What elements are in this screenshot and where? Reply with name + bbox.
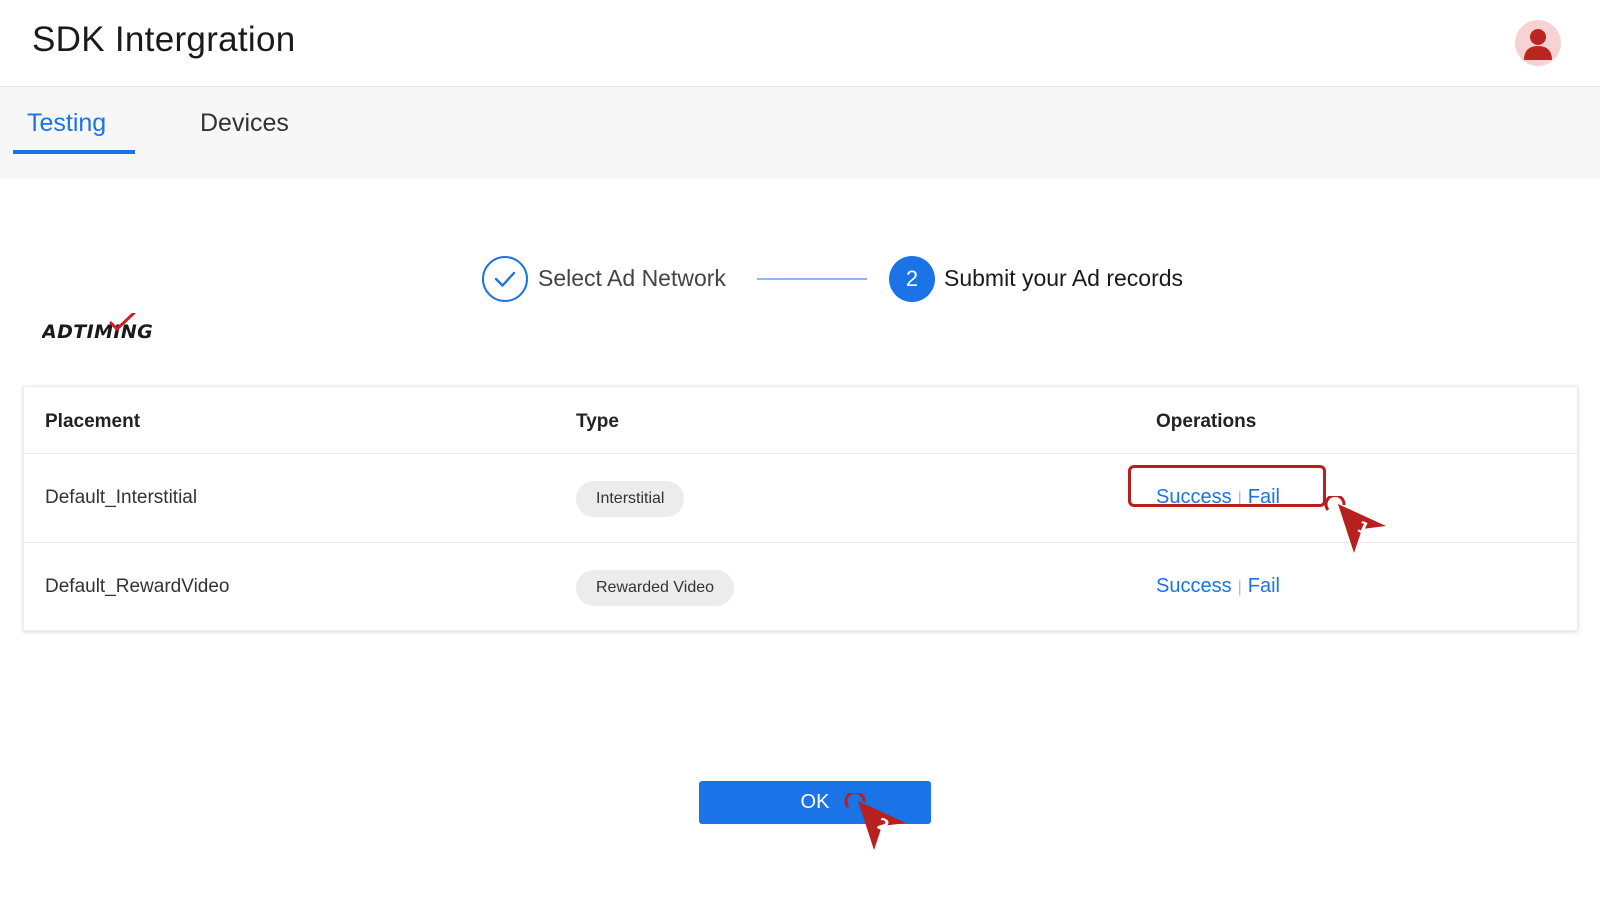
column-header-operations: Operations (1156, 411, 1257, 432)
user-icon (1524, 29, 1552, 60)
app-header: SDK Intergration (0, 0, 1600, 87)
stepper: Select Ad Network 2 Submit your Ad recor… (482, 256, 1222, 302)
step-complete-check-icon (482, 256, 528, 302)
tab-bar: Testing Devices (0, 87, 1600, 179)
svg-text:ADTIMING: ADTIMING (42, 321, 153, 343)
table-header-row: Placement Type Operations (24, 387, 1577, 454)
ad-records-table: Placement Type Operations Default_Inters… (23, 386, 1578, 631)
fail-link[interactable]: Fail (1248, 575, 1280, 597)
table-row: Default_Interstitial Interstitial Succes… (24, 454, 1577, 543)
ok-button[interactable]: OK (699, 781, 931, 824)
active-tab-indicator (13, 150, 135, 154)
operations-cell: Success | Fail (1156, 575, 1280, 598)
page-title: SDK Intergration (32, 20, 296, 59)
link-divider: | (1237, 579, 1242, 596)
adtiming-logo: ADTIMING (40, 311, 172, 343)
step-connector (757, 278, 867, 280)
tab-devices[interactable]: Devices (200, 109, 289, 138)
user-avatar[interactable] (1515, 20, 1561, 66)
type-badge: Rewarded Video (576, 570, 735, 606)
step-label-select-ad-network: Select Ad Network (538, 265, 726, 291)
adtiming-logo-icon: ADTIMING (40, 311, 153, 343)
tab-testing[interactable]: Testing (27, 109, 106, 138)
table-row: Default_RewardVideo Rewarded Video Succe… (24, 543, 1577, 632)
type-badge: Interstitial (576, 481, 685, 517)
column-header-placement: Placement (45, 411, 141, 432)
step-number-badge: 2 (889, 256, 935, 302)
column-header-type: Type (576, 411, 619, 432)
placement-cell: Default_RewardVideo (45, 576, 230, 597)
step-label-submit-ad-records: Submit your Ad records (944, 265, 1184, 291)
placement-cell: Default_Interstitial (45, 487, 198, 508)
success-link[interactable]: Success (1156, 575, 1232, 597)
annotation-highlight-box (1128, 465, 1326, 507)
